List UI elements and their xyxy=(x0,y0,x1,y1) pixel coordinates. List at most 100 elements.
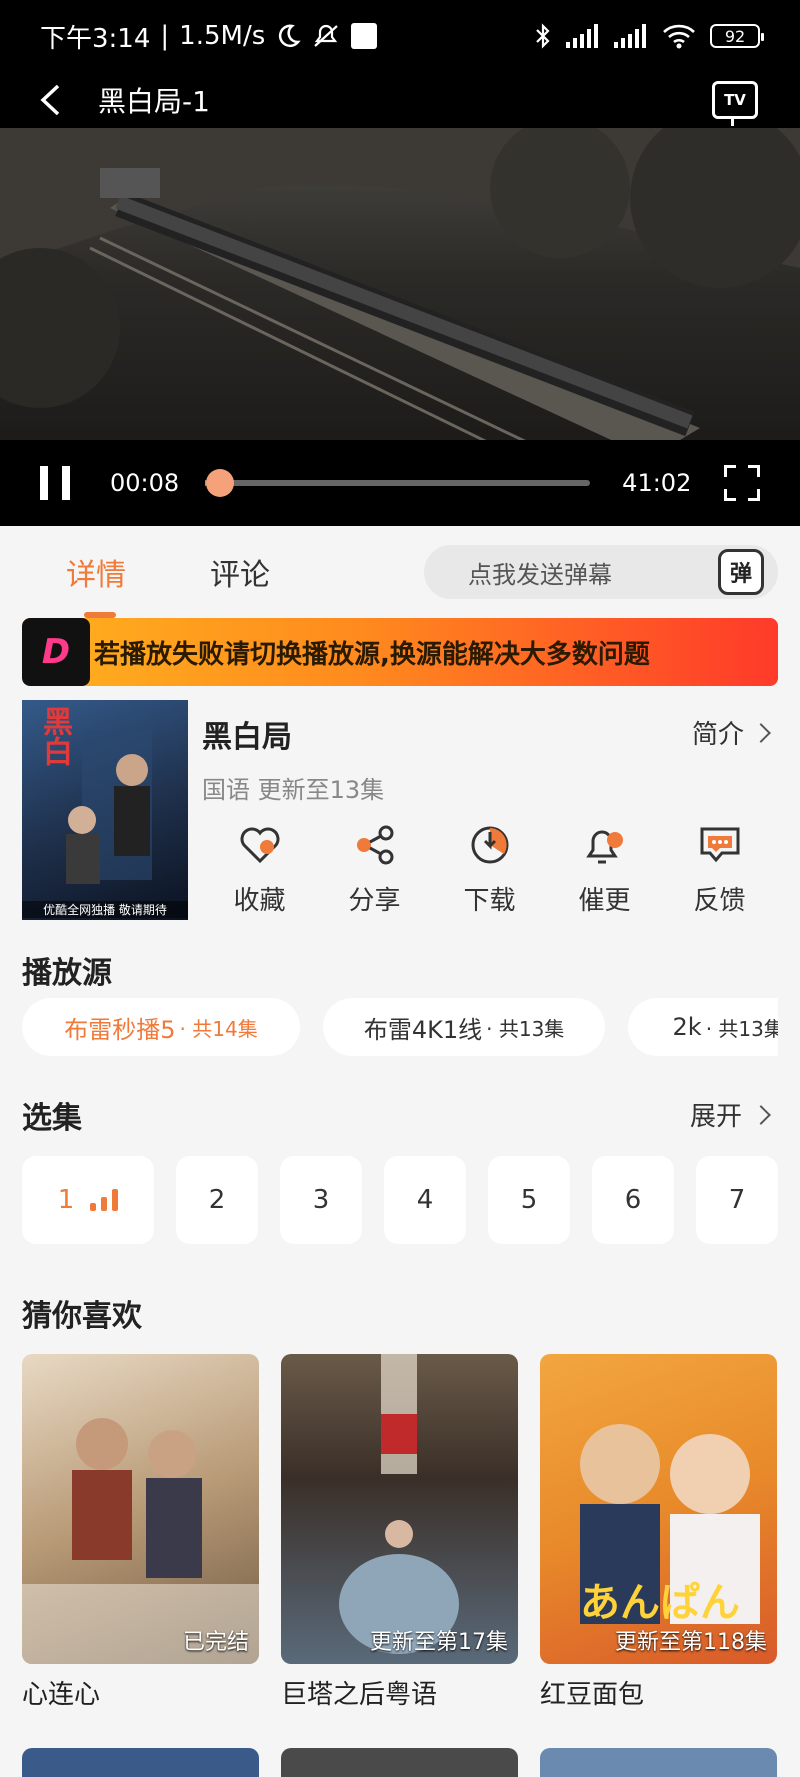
tv-cast-button[interactable]: TV xyxy=(712,81,758,126)
source-chip[interactable]: 布雷秒播5 · 共14集 xyxy=(22,998,300,1056)
recommend-list-row2 xyxy=(22,1748,778,1777)
video-frame[interactable] xyxy=(0,128,800,460)
mute-icon xyxy=(311,23,341,49)
episode-item[interactable]: 1 xyxy=(22,1156,154,1244)
download-icon xyxy=(465,820,515,870)
recommend-poster[interactable] xyxy=(281,1748,518,1777)
action-bar: 收藏 分享 下载 催更 反馈 xyxy=(202,820,778,917)
status-time: 下午3:14 xyxy=(40,23,151,54)
share-label: 分享 xyxy=(348,886,401,916)
recommend-poster[interactable]: あんぱん 更新至第118集 xyxy=(540,1354,777,1664)
recommend-poster[interactable]: 更新至第17集 xyxy=(281,1354,518,1664)
source-name: 布雷秒播5 xyxy=(64,1015,176,1044)
episode-list: 1 2 3 4 5 6 7 xyxy=(22,1156,778,1244)
source-chip[interactable]: 2k · 共13集 xyxy=(628,998,778,1056)
poster-title: 黑白 xyxy=(37,706,72,766)
signal-icon xyxy=(614,24,648,48)
danmaku-input[interactable]: 点我发送弹幕 弹 xyxy=(424,545,778,599)
show-poster[interactable]: 黑白 优酷全网独播 敬请期待 xyxy=(22,700,188,920)
intro-label: 简介 xyxy=(691,720,744,750)
recommend-poster[interactable] xyxy=(22,1748,259,1777)
source-list: 布雷秒播5 · 共14集 布雷4K1线 · 共13集 2k · 共13集 xyxy=(22,998,778,1056)
expand-link[interactable]: 展开 xyxy=(689,1096,771,1133)
show-title: 黑白局 xyxy=(202,720,292,755)
status-speed: 1.5M/s xyxy=(179,21,266,51)
bluetooth-icon xyxy=(534,23,552,49)
square-icon xyxy=(351,23,378,49)
intro-link[interactable]: 简介 xyxy=(691,714,771,751)
tab-row: 详情 评论 点我发送弹幕 弹 xyxy=(0,526,800,618)
recommend-poster[interactable] xyxy=(540,1748,777,1777)
download-button[interactable]: 下载 xyxy=(432,820,547,917)
battery-icon: 92 xyxy=(710,24,764,48)
episode-item[interactable]: 5 xyxy=(488,1156,570,1244)
heart-icon xyxy=(235,820,285,870)
show-meta: 国语 更新至13集 xyxy=(202,776,385,804)
danmaku-icon[interactable]: 弹 xyxy=(718,549,764,595)
source-name: 布雷4K1线 xyxy=(363,1015,483,1044)
download-label: 下载 xyxy=(463,886,516,916)
title-bar: 黑白局-1 TV xyxy=(0,72,800,128)
signal-icon xyxy=(566,24,600,48)
progress-knob[interactable] xyxy=(206,469,235,497)
poster-caption: 优酷全网独播 敬请期待 xyxy=(22,901,188,918)
wifi-icon xyxy=(662,23,696,49)
status-divider: | xyxy=(160,21,170,51)
recommend-status: 更新至第17集 xyxy=(370,1630,508,1655)
recommend-name: 巨塔之后粤语 xyxy=(281,1680,438,1710)
banner-logo: D xyxy=(22,618,90,686)
tab-details[interactable]: 详情 xyxy=(66,550,126,618)
episode-number: 1 xyxy=(57,1185,75,1215)
video-controls: 00:08 41:02 xyxy=(0,440,800,526)
recommend-name: 心连心 xyxy=(22,1680,101,1710)
episodes-title: 选集 xyxy=(22,1101,82,1136)
favorite-label: 收藏 xyxy=(233,886,286,916)
show-info: 黑白 优酷全网独播 敬请期待 黑白局 简介 国语 更新至13集 收藏 分享 下载… xyxy=(22,700,778,920)
episode-item[interactable]: 2 xyxy=(176,1156,258,1244)
sources-title: 播放源 xyxy=(22,956,112,991)
chevron-right-icon xyxy=(751,1104,771,1125)
moon-icon xyxy=(275,23,301,49)
recommend-title: 猜你喜欢 xyxy=(22,1299,142,1334)
feedback-button[interactable]: 反馈 xyxy=(662,820,777,917)
tab-comments[interactable]: 评论 xyxy=(210,550,270,594)
feedback-icon xyxy=(695,820,745,870)
progress-bar[interactable] xyxy=(205,469,591,497)
playing-icon xyxy=(90,1189,119,1211)
source-chip[interactable]: 布雷4K1线 · 共13集 xyxy=(323,998,606,1056)
episode-item[interactable]: 4 xyxy=(384,1156,466,1244)
video-player[interactable]: 00:08 41:02 xyxy=(0,128,800,526)
episode-item[interactable]: 3 xyxy=(280,1156,362,1244)
recommend-card[interactable]: あんぱん 更新至第118集 红豆面包 xyxy=(540,1354,777,1711)
recommend-poster[interactable]: 已完结 xyxy=(22,1354,259,1664)
total-time: 41:02 xyxy=(622,469,692,497)
source-name: 2k xyxy=(672,1013,702,1041)
pause-button[interactable] xyxy=(40,466,70,500)
fullscreen-button[interactable] xyxy=(724,465,760,501)
favorite-button[interactable]: 收藏 xyxy=(202,820,317,917)
episode-item[interactable]: 6 xyxy=(592,1156,674,1244)
back-button[interactable] xyxy=(30,80,70,120)
recommend-status: 更新至第118集 xyxy=(615,1630,767,1655)
danmaku-placeholder: 点我发送弹幕 xyxy=(468,560,612,589)
page-title: 黑白局-1 xyxy=(98,85,210,118)
expand-label: 展开 xyxy=(689,1102,742,1132)
current-time: 00:08 xyxy=(110,469,180,497)
chevron-right-icon xyxy=(751,722,771,743)
recommend-status: 已完结 xyxy=(182,1630,249,1655)
episode-item[interactable]: 7 xyxy=(696,1156,778,1244)
feedback-label: 反馈 xyxy=(693,886,746,916)
svg-text:あんぱん: あんぱん xyxy=(580,1580,740,1626)
source-count: · 共13集 xyxy=(486,1016,565,1041)
recommend-list: 已完结 心连心 更新至第17集 巨塔之后粤语 あんぱん 更新至第118集 红豆面… xyxy=(22,1354,778,1711)
recommend-card[interactable]: 已完结 心连心 xyxy=(22,1354,259,1711)
share-button[interactable]: 分享 xyxy=(317,820,432,917)
recommend-name: 红豆面包 xyxy=(540,1680,645,1710)
source-count: · 共14集 xyxy=(179,1016,258,1041)
recommend-card[interactable]: 更新至第17集 巨塔之后粤语 xyxy=(281,1354,518,1711)
notice-banner[interactable]: D 若播放失败请切换播放源,换源能解决大多数问题 xyxy=(22,618,778,686)
status-bar: 下午3:14 | 1.5M/s 92 xyxy=(0,0,800,72)
share-icon xyxy=(350,820,400,870)
source-count: · 共13集 xyxy=(705,1016,778,1041)
urge-update-button[interactable]: 催更 xyxy=(547,820,662,917)
